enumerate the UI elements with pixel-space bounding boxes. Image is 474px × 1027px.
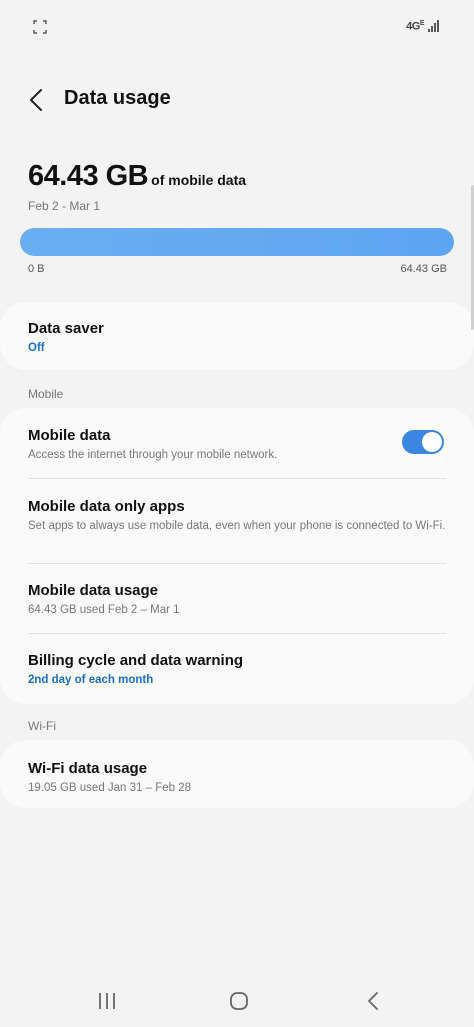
usage-suffix: of mobile data <box>151 172 247 188</box>
recent-apps-button[interactable] <box>96 989 118 1013</box>
usage-bar-min-label: 0 B <box>28 263 45 275</box>
mobile-settings-card: Mobile data Access the internet through … <box>0 408 474 704</box>
home-icon <box>230 992 248 1010</box>
usage-progress-fill <box>20 228 454 256</box>
back-button[interactable] <box>22 84 50 116</box>
mobile-data-title: Mobile data <box>28 427 111 444</box>
back-arrow-icon <box>30 89 42 111</box>
mobile-data-only-apps-row[interactable]: Mobile data only apps Set apps to always… <box>0 479 474 563</box>
network-sup: E <box>419 20 425 27</box>
network-type: 4G <box>406 20 420 33</box>
usage-progress-bar <box>20 228 454 256</box>
navigation-bar <box>0 973 474 1027</box>
wifi-settings-card: Wi-Fi data usage 19.05 GB used Jan 31 – … <box>0 740 474 808</box>
mobile-data-toggle[interactable] <box>402 430 444 454</box>
page-title: Data usage <box>64 87 171 109</box>
back-nav-icon <box>368 992 378 1010</box>
wifi-usage-subtitle: 19.05 GB used Jan 31 – Feb 28 <box>28 782 192 794</box>
usage-date-range: Feb 2 - Mar 1 <box>28 199 101 213</box>
usage-summary: 64.43 GB of mobile data Feb 2 - Mar 1 <box>28 160 448 213</box>
screenshot-frame-icon <box>33 20 47 34</box>
toggle-knob <box>422 432 442 452</box>
wifi-usage-title: Wi-Fi data usage <box>28 760 148 777</box>
mobile-data-row[interactable]: Mobile data Access the internet through … <box>0 408 474 478</box>
status-bar: 4GE <box>0 0 474 56</box>
data-saver-title: Data saver <box>28 320 104 337</box>
only-apps-subtitle: Set apps to always use mobile data, even… <box>28 520 446 532</box>
billing-title: Billing cycle and data warning <box>28 652 244 669</box>
home-button[interactable] <box>227 989 251 1013</box>
recent-apps-icon <box>99 993 115 1009</box>
mobile-data-subtitle: Access the internet through your mobile … <box>28 449 278 461</box>
usage-amount: 64.43 GB <box>28 160 149 192</box>
mobile-data-usage-row[interactable]: Mobile data usage 64.43 GB used Feb 2 – … <box>0 564 474 634</box>
section-label-mobile: Mobile <box>28 387 64 401</box>
app-header: Data usage <box>0 80 474 120</box>
section-label-wifi: Wi-Fi <box>28 719 56 733</box>
billing-subtitle: 2nd day of each month <box>28 674 154 686</box>
back-nav-button[interactable] <box>364 989 382 1013</box>
data-saver-card: Data saver Off <box>0 302 474 370</box>
billing-cycle-row[interactable]: Billing cycle and data warning 2nd day o… <box>0 634 474 704</box>
network-indicator: 4GE <box>406 20 442 33</box>
mobile-usage-title: Mobile data usage <box>28 582 159 599</box>
wifi-data-usage-row[interactable]: Wi-Fi data usage 19.05 GB used Jan 31 – … <box>0 740 474 795</box>
data-saver-row[interactable]: Data saver Off <box>0 302 474 355</box>
usage-bar-max-label: 64.43 GB <box>400 263 447 275</box>
data-saver-state: Off <box>28 342 45 354</box>
mobile-usage-subtitle: 64.43 GB used Feb 2 – Mar 1 <box>28 604 180 616</box>
signal-strength-icon <box>428 20 442 33</box>
only-apps-title: Mobile data only apps <box>28 498 185 515</box>
